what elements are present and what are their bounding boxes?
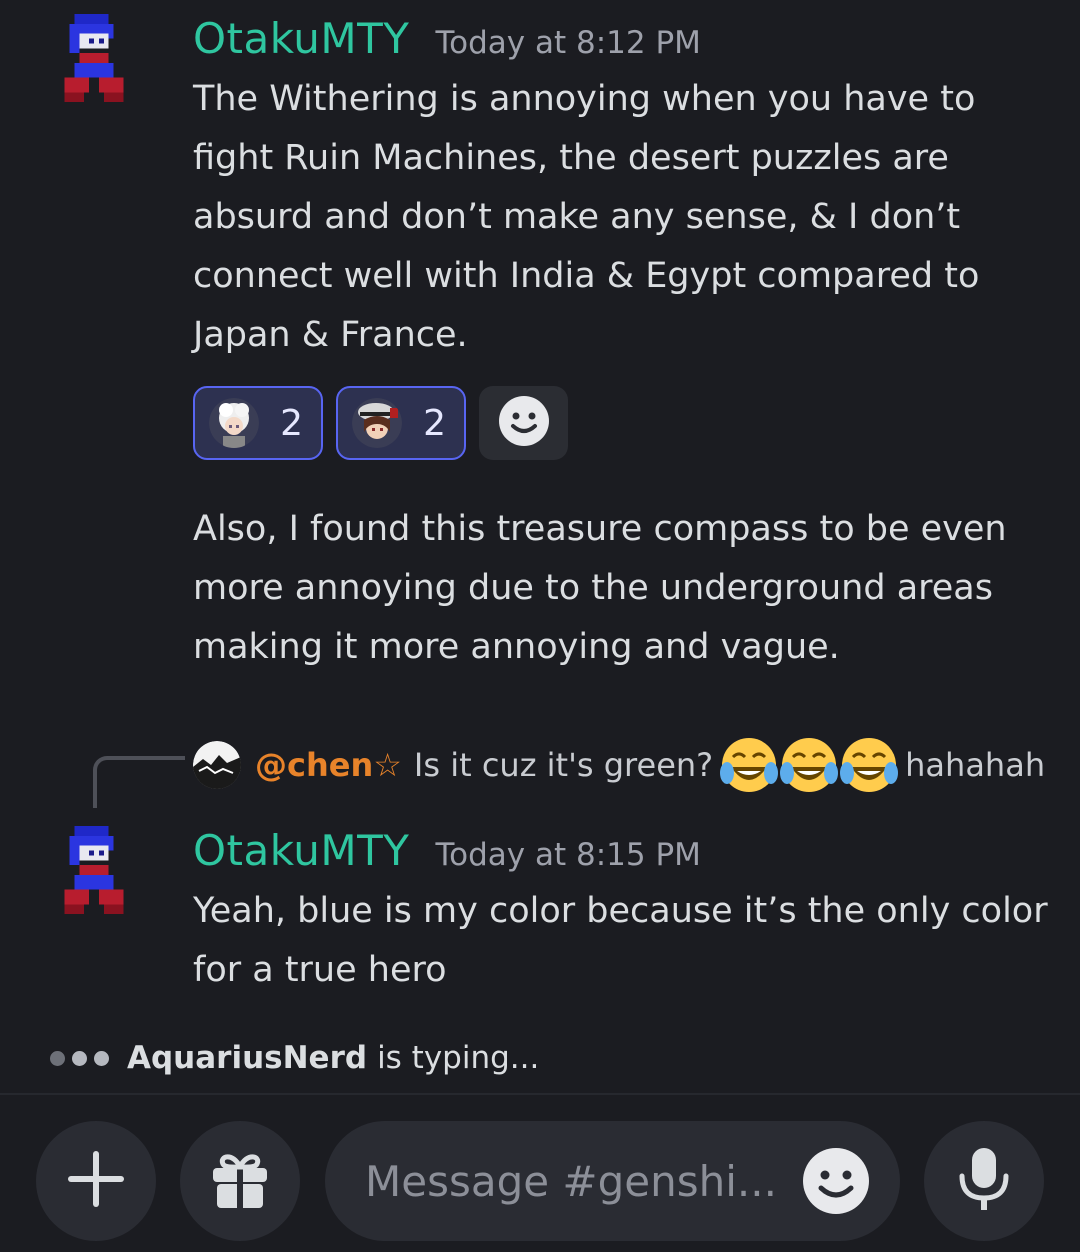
reaction-count: 2	[280, 402, 303, 444]
typing-indicator: AquariusNerd is typing...	[50, 1040, 539, 1076]
tears-of-joy-emoji-icon	[720, 738, 779, 792]
username[interactable]: OtakuMTY	[193, 826, 409, 875]
message-header: OtakuMTY Today at 8:15 PM	[193, 826, 701, 875]
gift-icon	[209, 1148, 271, 1214]
reply-text-suffix: hahahah	[905, 746, 1046, 784]
microphone-icon	[956, 1146, 1012, 1216]
message-input-placeholder: Message #genshi...	[365, 1156, 777, 1206]
plus-icon	[66, 1149, 126, 1213]
reaction-count: 2	[423, 402, 446, 444]
reaction-pill[interactable]: 2	[193, 386, 323, 460]
reaction-bar: 2 2	[193, 386, 568, 460]
reply-avatar	[193, 741, 241, 789]
reply-username[interactable]: @chen☆	[255, 746, 402, 784]
user-avatar[interactable]	[64, 14, 124, 104]
user-avatar[interactable]	[64, 826, 124, 916]
typing-dots-icon	[50, 1050, 109, 1066]
white-haired-character-emoji-icon	[209, 398, 259, 448]
reaction-pill[interactable]: 2	[336, 386, 466, 460]
message-text: Also, I found this treasure compass to b…	[193, 509, 1007, 667]
typing-text: is typing...	[377, 1040, 540, 1076]
emoji-picker-icon[interactable]	[802, 1147, 870, 1215]
gift-button[interactable]	[180, 1121, 300, 1241]
message-composer: Message #genshi...	[0, 1095, 1080, 1252]
timestamp: Today at 8:12 PM	[435, 25, 701, 61]
username[interactable]: OtakuMTY	[193, 14, 409, 63]
hat-character-emoji-icon	[352, 398, 402, 448]
tears-of-joy-emoji-icon	[780, 738, 839, 792]
message-text: The Withering is annoying when you have …	[193, 79, 980, 355]
message-header: OtakuMTY Today at 8:12 PM	[193, 14, 701, 63]
laughing-emojis	[719, 735, 899, 795]
smiley-icon	[498, 395, 550, 451]
typing-username: AquariusNerd	[127, 1040, 368, 1076]
add-reaction-button[interactable]	[479, 386, 568, 460]
message-input[interactable]: Message #genshi...	[325, 1121, 900, 1241]
voice-message-button[interactable]	[924, 1121, 1044, 1241]
reply-text: Is it cuz it's green?	[413, 746, 714, 784]
attach-button[interactable]	[36, 1121, 156, 1241]
reply-connector	[93, 756, 185, 808]
message-text: Yeah, blue is my color because it’s the …	[193, 891, 1048, 990]
tears-of-joy-emoji-icon	[840, 738, 899, 792]
reply-preview[interactable]: @chen☆ Is it cuz it's green? hahahah	[193, 738, 1046, 792]
timestamp: Today at 8:15 PM	[435, 837, 701, 873]
